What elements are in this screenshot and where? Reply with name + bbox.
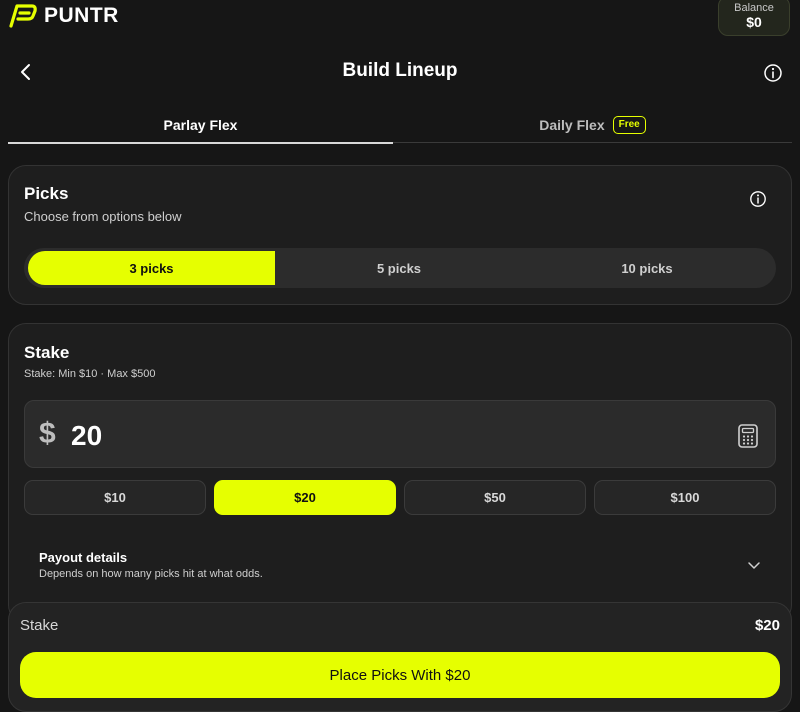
stake-preset-10[interactable]: $10 bbox=[24, 480, 206, 515]
balance-label: Balance bbox=[734, 2, 774, 14]
payout-details-toggle[interactable]: Payout details Depends on how many picks… bbox=[39, 550, 769, 590]
page-title: Build Lineup bbox=[342, 60, 458, 81]
tab-parlay-flex[interactable]: Parlay Flex bbox=[8, 108, 393, 144]
stake-preset-20[interactable]: $20 bbox=[214, 480, 396, 515]
stake-preset-100[interactable]: $100 bbox=[594, 480, 776, 515]
picks-selector: 3 picks 5 picks 10 picks bbox=[24, 248, 776, 288]
puntr-logo-icon bbox=[9, 4, 37, 28]
chevron-down-icon bbox=[748, 562, 760, 569]
picks-option-3[interactable]: 3 picks bbox=[28, 251, 275, 285]
top-bar: PUNTR Balance $0 bbox=[0, 0, 800, 40]
stake-card: Stake Stake: Min $10 · Max $500 $ $10 $2… bbox=[8, 323, 792, 623]
brand-logo[interactable]: PUNTR bbox=[8, 3, 119, 29]
payout-title: Payout details bbox=[39, 550, 128, 565]
picks-card: Picks Choose from options below 3 picks … bbox=[8, 165, 792, 305]
mode-tabs: Parlay Flex Daily Flex Free bbox=[8, 108, 792, 146]
calculator-icon[interactable] bbox=[737, 424, 759, 448]
stake-limits: Stake: Min $10 · Max $500 bbox=[24, 368, 156, 380]
picks-option-10[interactable]: 10 picks bbox=[523, 251, 771, 285]
bet-summary-panel: Stake $20 Place Picks With $20 bbox=[8, 602, 792, 712]
summary-stake-label: Stake bbox=[20, 617, 59, 634]
picks-subtitle: Choose from options below bbox=[24, 209, 182, 224]
page-header: Build Lineup bbox=[0, 56, 800, 88]
place-picks-button[interactable]: Place Picks With $20 bbox=[20, 652, 780, 698]
balance-value: $0 bbox=[746, 14, 762, 30]
brand-name: PUNTR bbox=[44, 4, 119, 27]
tab-label: Daily Flex bbox=[539, 117, 605, 133]
tab-label: Parlay Flex bbox=[163, 117, 238, 133]
info-icon[interactable] bbox=[749, 190, 767, 208]
stake-title: Stake bbox=[24, 343, 70, 362]
picks-title: Picks bbox=[24, 184, 69, 203]
balance-widget[interactable]: Balance $0 bbox=[718, 0, 790, 36]
stake-amount-input[interactable] bbox=[69, 415, 673, 457]
info-icon[interactable] bbox=[763, 63, 783, 83]
stake-amount-box: $ bbox=[24, 400, 776, 468]
free-badge: Free bbox=[612, 116, 646, 134]
stake-preset-50[interactable]: $50 bbox=[404, 480, 586, 515]
tab-daily-flex[interactable]: Daily Flex Free bbox=[393, 108, 792, 143]
picks-option-5[interactable]: 5 picks bbox=[275, 251, 523, 285]
currency-symbol: $ bbox=[39, 417, 56, 450]
summary-stake-value: $20 bbox=[754, 617, 780, 634]
payout-subtitle: Depends on how many picks hit at what od… bbox=[39, 568, 263, 580]
